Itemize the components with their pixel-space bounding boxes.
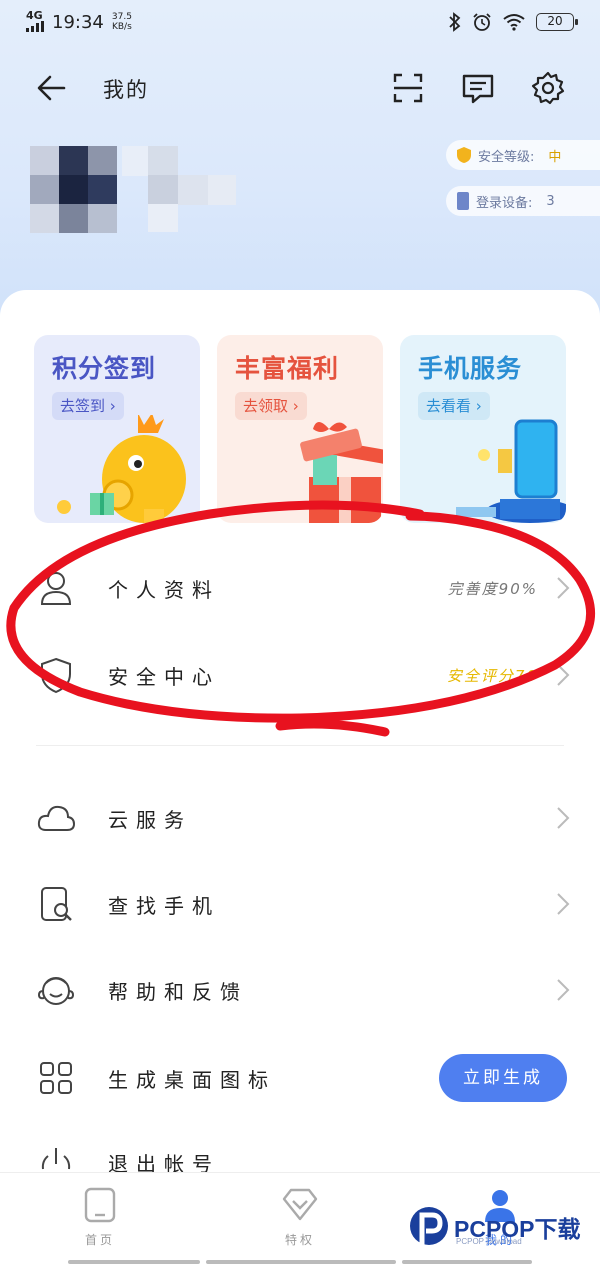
alarm-icon — [473, 13, 491, 31]
shield-icon — [41, 657, 71, 694]
cloud-icon — [37, 805, 76, 831]
diamond-icon — [282, 1188, 318, 1221]
phone-illustration — [456, 419, 566, 523]
shield-icon — [457, 147, 471, 163]
network-speed: 37.5 KB/s — [112, 12, 132, 32]
page-title: 我的 — [103, 78, 149, 102]
security-level-value: 中 — [548, 149, 562, 165]
menu-item-security-center[interactable]: 安全中心 安全评分70 — [0, 633, 600, 717]
grid-icon — [40, 1062, 72, 1094]
menu-label: 查找手机 — [108, 894, 220, 918]
chevron-right-icon — [557, 979, 570, 1001]
menu-item-cloud-service[interactable]: 云服务 — [0, 776, 600, 860]
battery-icon: 20 — [536, 13, 578, 31]
top-header: 我的 — [0, 60, 600, 116]
login-devices-value: 3 — [546, 193, 555, 209]
username-blurred — [122, 146, 242, 234]
menu-item-find-phone[interactable]: 查找手机 — [0, 862, 600, 946]
speed-unit: KB/s — [111, 22, 132, 32]
tab-home[interactable]: 首页 — [40, 1187, 160, 1257]
gesture-bar — [206, 1260, 396, 1264]
find-phone-icon — [41, 887, 72, 921]
gesture-bar — [402, 1260, 532, 1264]
scan-icon — [393, 73, 423, 103]
message-icon — [462, 74, 494, 104]
network-indicator: 4G — [26, 10, 46, 34]
chevron-right-icon — [557, 893, 570, 915]
status-bar: 4G 19:34 37.5 KB/s 20 — [0, 0, 600, 44]
promo-card-checkin[interactable]: 积分签到 去签到 › — [34, 335, 200, 523]
scan-button[interactable] — [390, 70, 426, 106]
divider — [36, 745, 564, 746]
security-level-pill[interactable]: 安全等级: 中 — [446, 140, 600, 170]
gift-box-illustration — [300, 422, 383, 523]
back-arrow-icon — [37, 75, 66, 101]
gesture-bar — [68, 1260, 200, 1264]
speed-value: 37.5 — [111, 12, 132, 22]
promo-card-phone-service[interactable]: 手机服务 去看看 › — [400, 335, 566, 523]
back-button[interactable] — [34, 70, 74, 106]
menu-label: 云服务 — [108, 808, 192, 832]
avatar[interactable] — [30, 146, 118, 234]
clock: 19:34 — [52, 11, 104, 33]
chevron-right-icon — [557, 807, 570, 829]
profile-completion: 完善度90% — [447, 580, 538, 598]
promo-title: 丰富福利 — [235, 354, 340, 383]
menu-label: 个人资料 — [108, 578, 220, 602]
settings-button[interactable] — [530, 70, 566, 106]
menu-label: 帮助和反馈 — [108, 980, 248, 1004]
gear-icon — [531, 71, 565, 105]
login-devices-pill[interactable]: 登录设备: 3 — [446, 186, 600, 216]
pcpop-logo-icon — [410, 1207, 448, 1245]
bluetooth-icon — [449, 12, 461, 32]
wifi-icon — [503, 14, 525, 31]
chevron-right-icon — [557, 664, 570, 686]
login-devices-label: 登录设备: — [476, 195, 533, 211]
chevron-right-icon — [557, 577, 570, 599]
menu-label: 安全中心 — [108, 665, 220, 689]
pcpop-watermark: PCPOP下载 PCPOP Download — [408, 1205, 600, 1253]
security-level-label: 安全等级: — [478, 149, 535, 165]
generate-now-button[interactable]: 立即生成 — [439, 1054, 567, 1102]
menu-label: 生成桌面图标 — [108, 1068, 276, 1092]
menu-item-help-feedback[interactable]: 帮助和反馈 — [0, 948, 600, 1032]
message-button[interactable] — [460, 70, 496, 106]
promo-title: 积分签到 — [52, 354, 157, 383]
tab-privileges[interactable]: 特权 — [240, 1187, 360, 1257]
signal-icon — [26, 21, 44, 32]
watermark-subtext: PCPOP Download — [456, 1237, 522, 1246]
menu-item-profile[interactable]: 个人资料 完善度90% — [0, 546, 600, 630]
home-phone-icon — [84, 1187, 116, 1223]
phone-icon — [457, 192, 469, 210]
person-icon — [40, 572, 72, 605]
tab-label: 首页 — [84, 1233, 115, 1247]
tab-label: 特权 — [284, 1233, 315, 1247]
security-score: 安全评分70 — [446, 667, 538, 685]
mascot-illustration — [57, 415, 186, 523]
help-face-icon — [37, 977, 75, 1005]
promo-title: 手机服务 — [418, 354, 523, 383]
promo-card-benefits[interactable]: 丰富福利 去领取 › — [217, 335, 383, 523]
